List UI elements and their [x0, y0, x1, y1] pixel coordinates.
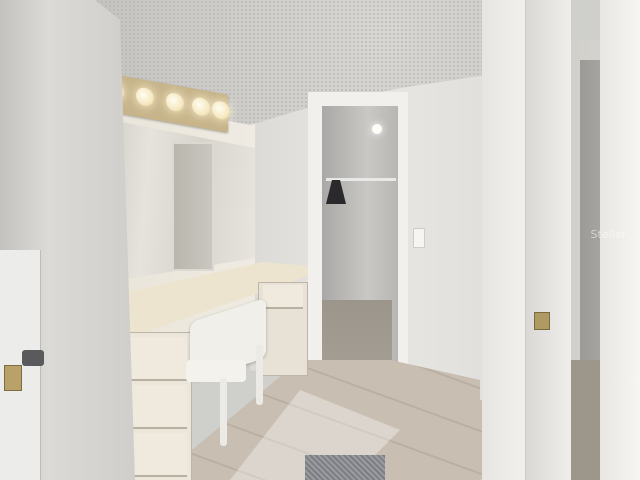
mirror-reflection-doorway	[172, 142, 214, 271]
hinge-icon	[534, 312, 550, 330]
watermark: Stellar	[590, 228, 626, 241]
open-door	[525, 0, 571, 480]
chair-leg	[256, 345, 263, 405]
door-knob-icon	[22, 350, 44, 366]
bath-rug	[305, 455, 385, 480]
drawer	[127, 433, 187, 477]
light-bulb	[192, 96, 210, 118]
light-bulb	[212, 99, 230, 121]
chair-seat	[186, 360, 246, 382]
drawer	[263, 285, 303, 309]
drawer	[127, 337, 187, 381]
closet-ceiling-light	[372, 124, 382, 134]
light-switch	[413, 228, 425, 248]
light-bulb	[166, 91, 184, 113]
drawer	[127, 385, 187, 429]
light-bulb	[136, 86, 154, 108]
door-latch-icon	[4, 365, 22, 391]
bathroom-photo: Stellar	[0, 0, 640, 480]
chair-leg	[220, 378, 227, 446]
